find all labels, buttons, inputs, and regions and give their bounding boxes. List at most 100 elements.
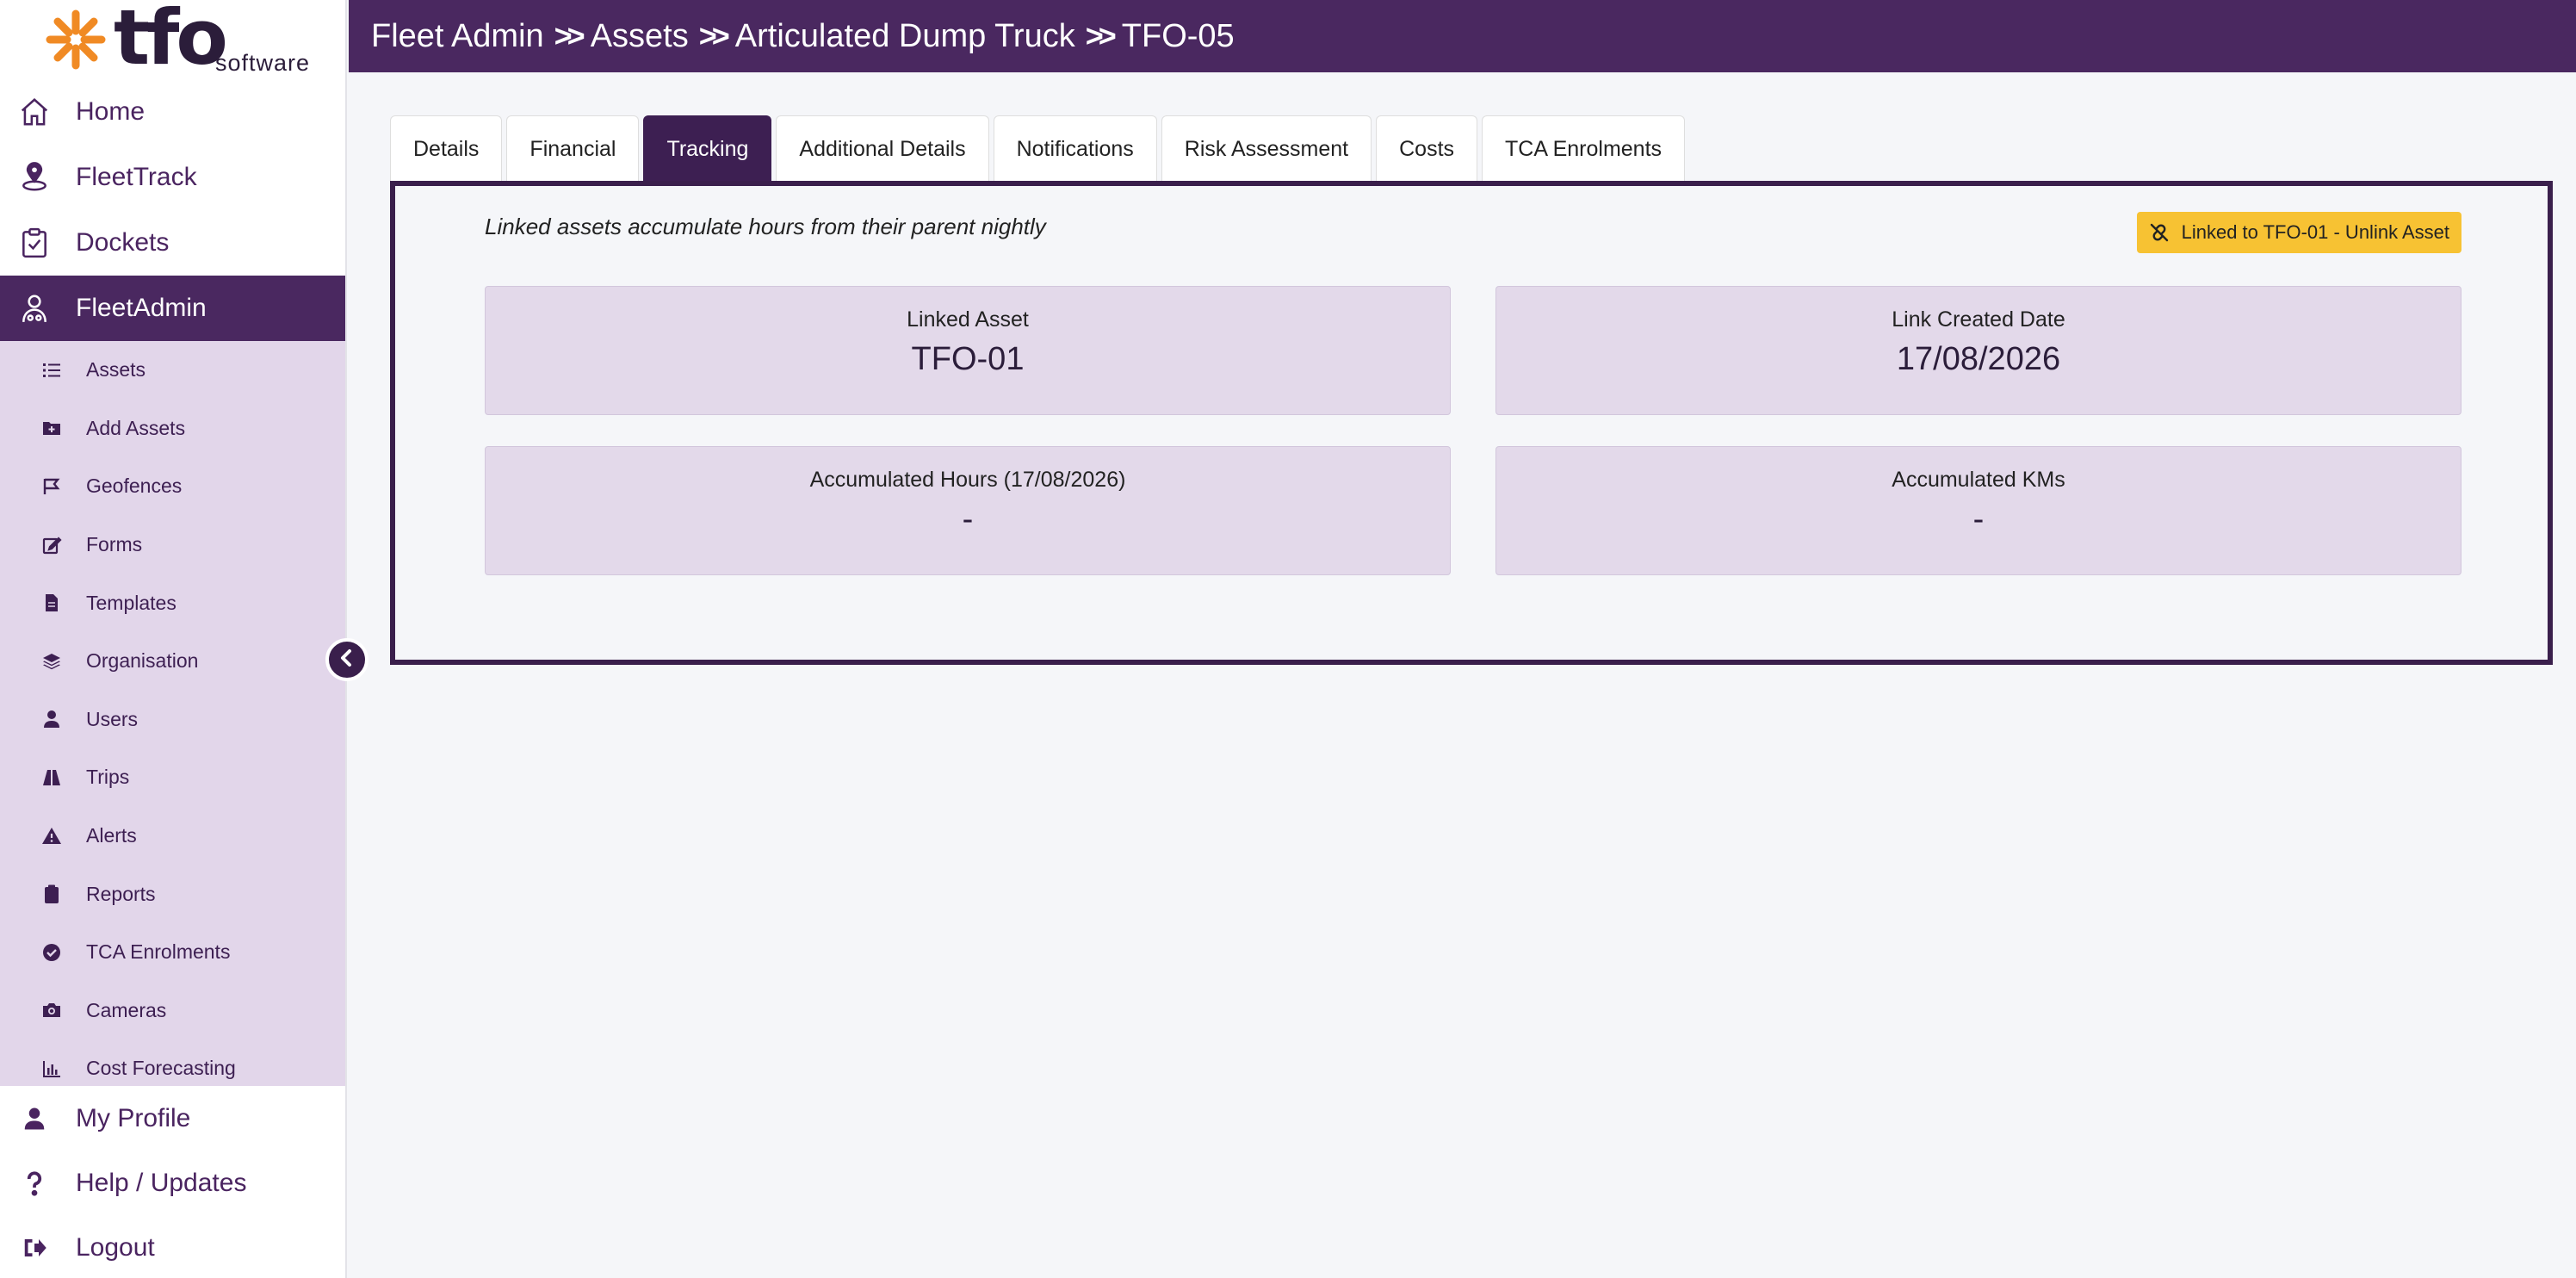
fleetadmin-submenu: Assets Add Assets Geofences Forms Templa… bbox=[0, 341, 345, 1086]
nav-item-label: Help / Updates bbox=[76, 1168, 247, 1197]
submenu-item-label: Cameras bbox=[86, 998, 167, 1021]
home-icon bbox=[17, 95, 52, 129]
nav-item-logout[interactable]: Logout bbox=[0, 1215, 345, 1278]
nav-item-label: FleetAdmin bbox=[76, 294, 207, 322]
submenu-item-cost-forecasting[interactable]: Cost Forecasting bbox=[0, 1039, 345, 1086]
nav-item-dockets[interactable]: Dockets bbox=[0, 210, 345, 276]
tab-financial[interactable]: Financial bbox=[506, 115, 640, 183]
nav-item-fleetadmin[interactable]: FleetAdmin bbox=[0, 276, 345, 341]
asset-tabs: Details Financial Tracking Additional De… bbox=[390, 115, 1689, 183]
submenu-item-organisation[interactable]: Organisation bbox=[0, 632, 345, 691]
submenu-item-label: Templates bbox=[86, 591, 176, 614]
bottom-nav: My Profile Help / Updates Logout bbox=[0, 1086, 345, 1278]
nav-item-label: Home bbox=[76, 97, 146, 126]
submenu-item-label: Users bbox=[86, 707, 139, 730]
card-value: TFO-01 bbox=[911, 341, 1025, 377]
submenu-item-label: Add Assets bbox=[86, 416, 186, 439]
main-nav: Home FleetTrack Dockets FleetAdmin bbox=[0, 79, 345, 341]
link-created-date-card: Link Created Date 17/08/2026 bbox=[1495, 286, 2461, 415]
tracking-panel: Linked assets accumulate hours from thei… bbox=[390, 181, 2553, 665]
breadcrumb-item-fleet-admin[interactable]: Fleet Admin bbox=[371, 18, 544, 55]
map-flag-icon bbox=[40, 475, 64, 499]
submenu-item-label: Forms bbox=[86, 533, 143, 556]
nav-item-label: FleetTrack bbox=[76, 163, 197, 191]
chevron-left-icon bbox=[337, 648, 357, 673]
submenu-item-tca-enrolments[interactable]: TCA Enrolments bbox=[0, 923, 345, 982]
accumulated-hours-card: Accumulated Hours (17/08/2026) - bbox=[485, 446, 1451, 575]
tab-details[interactable]: Details bbox=[390, 115, 503, 183]
tab-tca-enrolments[interactable]: TCA Enrolments bbox=[1482, 115, 1686, 183]
submenu-item-label: Organisation bbox=[86, 649, 199, 673]
road-icon bbox=[40, 766, 64, 790]
double-chevron-icon: >> bbox=[1085, 18, 1117, 53]
submenu-item-label: Trips bbox=[86, 766, 130, 789]
nav-item-help-updates[interactable]: Help / Updates bbox=[0, 1151, 345, 1215]
submenu-item-label: TCA Enrolments bbox=[86, 940, 231, 964]
logo-text: tfo bbox=[114, 0, 228, 82]
card-label: Accumulated Hours (17/08/2026) bbox=[809, 468, 1126, 492]
bar-chart-icon bbox=[40, 1057, 64, 1081]
breadcrumb-item-assets[interactable]: Assets bbox=[591, 18, 689, 55]
submenu-item-geofences[interactable]: Geofences bbox=[0, 457, 345, 516]
submenu-item-trips[interactable]: Trips bbox=[0, 748, 345, 807]
submenu-item-reports[interactable]: Reports bbox=[0, 865, 345, 923]
file-icon bbox=[40, 591, 64, 615]
user-icon bbox=[40, 707, 64, 731]
nav-item-home[interactable]: Home bbox=[0, 79, 345, 145]
logo-mark-icon bbox=[46, 9, 106, 70]
collapse-sidebar-button[interactable] bbox=[325, 638, 368, 681]
submenu-item-label: Assets bbox=[86, 358, 146, 382]
nav-item-label: Logout bbox=[76, 1232, 155, 1262]
accumulated-kms-card: Accumulated KMs - bbox=[1495, 446, 2461, 575]
breadcrumb-item-asset-type[interactable]: Articulated Dump Truck bbox=[735, 18, 1075, 55]
unlink-icon bbox=[2150, 223, 2168, 242]
card-value: 17/08/2026 bbox=[1896, 341, 2061, 377]
edit-icon bbox=[40, 533, 64, 557]
submenu-item-alerts[interactable]: Alerts bbox=[0, 807, 345, 865]
card-label: Link Created Date bbox=[1892, 307, 2065, 332]
page-header: Fleet Admin >> Assets >> Articulated Dum… bbox=[349, 0, 2576, 72]
submenu-item-label: Reports bbox=[86, 882, 156, 905]
submenu-item-users[interactable]: Users bbox=[0, 691, 345, 749]
tracking-note: Linked assets accumulate hours from thei… bbox=[485, 214, 1046, 239]
submenu-item-cameras[interactable]: Cameras bbox=[0, 982, 345, 1040]
card-value: - bbox=[1972, 501, 1985, 537]
nav-item-fleettrack[interactable]: FleetTrack bbox=[0, 145, 345, 210]
double-chevron-icon: >> bbox=[554, 18, 585, 53]
nav-item-label: Dockets bbox=[76, 228, 170, 257]
tab-tracking[interactable]: Tracking bbox=[643, 115, 772, 183]
submenu-item-forms[interactable]: Forms bbox=[0, 516, 345, 574]
user-gear-icon bbox=[17, 291, 52, 326]
unlink-asset-button[interactable]: Linked to TFO-01 - Unlink Asset bbox=[2136, 212, 2461, 253]
double-chevron-icon: >> bbox=[698, 18, 730, 53]
check-circle-icon bbox=[40, 940, 64, 965]
layers-icon bbox=[40, 649, 64, 673]
submenu-item-label: Alerts bbox=[86, 824, 137, 847]
logout-icon bbox=[17, 1231, 52, 1265]
card-label: Accumulated KMs bbox=[1892, 468, 2065, 492]
tab-risk-assessment[interactable]: Risk Assessment bbox=[1161, 115, 1372, 183]
linked-asset-card: Linked Asset TFO-01 bbox=[485, 286, 1451, 415]
clipboard-check-icon bbox=[17, 226, 52, 260]
card-value: - bbox=[962, 501, 974, 537]
unlink-asset-label: Linked to TFO-01 - Unlink Asset bbox=[2181, 221, 2449, 243]
logo-subtext: software bbox=[215, 50, 311, 76]
tab-notifications[interactable]: Notifications bbox=[993, 115, 1157, 183]
tab-costs[interactable]: Costs bbox=[1376, 115, 1478, 183]
map-pin-icon bbox=[17, 160, 52, 195]
warning-icon bbox=[40, 824, 64, 848]
clipboard-icon bbox=[40, 882, 64, 906]
sidebar: tfo software Home FleetTrack Dockets Fle… bbox=[0, 0, 347, 1278]
camera-icon bbox=[40, 998, 64, 1022]
tab-additional-details[interactable]: Additional Details bbox=[776, 115, 989, 183]
list-icon bbox=[40, 358, 64, 382]
nav-item-my-profile[interactable]: My Profile bbox=[0, 1086, 345, 1151]
submenu-item-label: Cost Forecasting bbox=[86, 1057, 236, 1080]
submenu-item-templates[interactable]: Templates bbox=[0, 574, 345, 632]
submenu-item-assets[interactable]: Assets bbox=[0, 341, 345, 400]
submenu-item-label: Geofences bbox=[86, 475, 183, 498]
submenu-item-add-assets[interactable]: Add Assets bbox=[0, 400, 345, 458]
tfo-logo[interactable]: tfo software bbox=[0, 0, 345, 82]
card-label: Linked Asset bbox=[907, 307, 1029, 332]
folder-plus-icon bbox=[40, 416, 64, 440]
